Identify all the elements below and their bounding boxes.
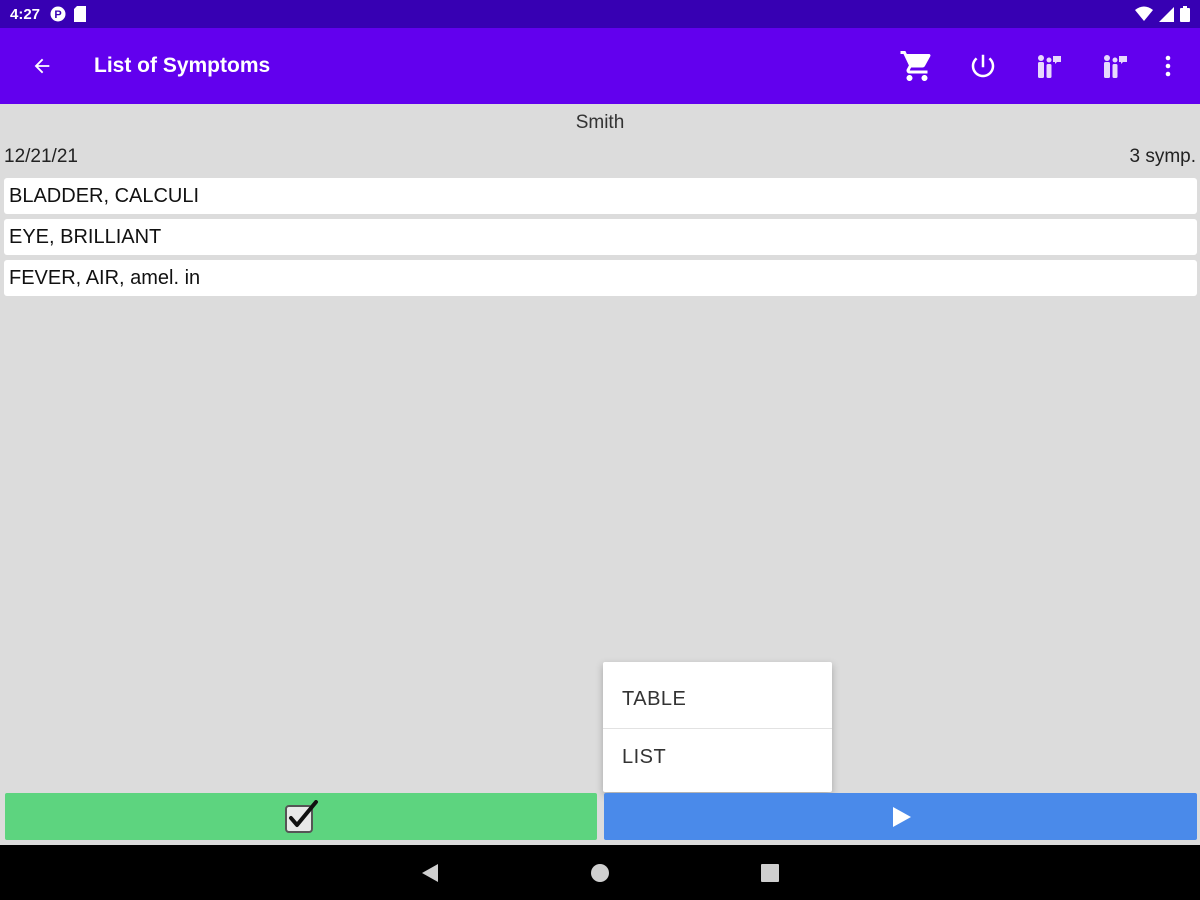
circle-p-icon: P [50,6,66,22]
status-time: 4:27 [10,5,41,23]
visit-date: 12/21/21 [4,146,78,167]
cart-icon [900,51,931,81]
view-mode-popup-menu: TABLE LIST [603,662,832,792]
signal-icon [1159,6,1174,22]
family-button-1[interactable] [1016,28,1082,104]
list-item[interactable]: BLADDER, CALCULI [4,178,1197,214]
wifi-icon [1135,6,1153,21]
status-bar: 4:27 P [0,0,1200,28]
toolbar-actions [884,28,1200,104]
arrow-left-icon [34,58,50,74]
sd-card-icon [74,6,87,22]
power-button[interactable] [950,28,1016,104]
svg-text:P: P [54,9,61,21]
nav-home-icon [591,863,609,882]
cart-button[interactable] [884,28,950,104]
nav-recents-icon [761,863,779,882]
symptom-count: 3 symp. [1129,146,1196,167]
play-icon [892,806,911,827]
back-button[interactable] [0,28,84,104]
page-title: List of Symptoms [94,54,271,77]
list-item[interactable]: EYE, BRILLIANT [4,219,1197,255]
more-vertical-icon [1165,55,1171,77]
checkbox-checked-icon [285,799,318,833]
nav-back-button[interactable] [410,853,450,893]
symptom-list: BLADDER, CALCULI EYE, BRILLIANT FEVER, A… [4,178,1197,301]
patient-name: Smith [575,112,625,133]
power-icon [971,54,995,78]
play-button[interactable] [604,793,1197,840]
nav-recents-button[interactable] [750,853,790,893]
battery-icon [1180,6,1190,22]
nav-back-icon [422,863,438,882]
menu-item-list[interactable]: LIST [603,728,832,786]
confirm-button[interactable] [5,793,597,840]
nav-home-button[interactable] [580,853,620,893]
family-icon [1104,55,1127,78]
meta-row: 12/21/21 3 symp. [4,146,1196,168]
system-nav-bar [0,845,1200,900]
family-button-2[interactable] [1082,28,1148,104]
family-icon [1038,55,1061,78]
app-bar: List of Symptoms [0,28,1200,104]
list-item[interactable]: FEVER, AIR, amel. in [4,260,1197,296]
menu-item-table[interactable]: TABLE [603,670,832,728]
overflow-menu-button[interactable] [1148,28,1188,104]
